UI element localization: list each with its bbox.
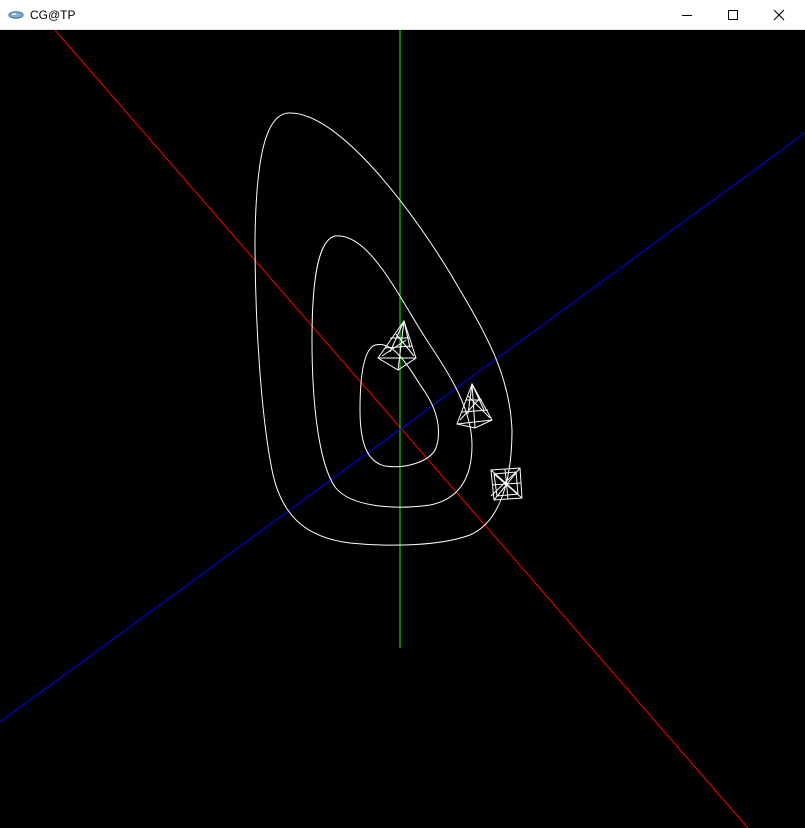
opengl-viewport[interactable] <box>0 30 805 828</box>
close-button[interactable] <box>756 0 802 30</box>
scene-canvas <box>0 30 805 828</box>
wireframe-pyramid-2 <box>456 382 493 429</box>
z-axis-line <box>0 132 805 723</box>
wireframe-cube <box>490 467 523 501</box>
title-bar[interactable]: CG@TP <box>0 0 805 30</box>
x-axis-line <box>54 30 749 828</box>
app-icon <box>8 7 24 23</box>
maximize-icon <box>728 10 738 20</box>
minimize-icon <box>682 15 692 16</box>
minimize-button[interactable] <box>664 0 710 30</box>
window-title: CG@TP <box>30 8 76 22</box>
orbit-curve-outer <box>254 112 513 546</box>
maximize-button[interactable] <box>710 0 756 30</box>
close-icon <box>773 9 785 21</box>
app-window: CG@TP <box>0 0 805 828</box>
